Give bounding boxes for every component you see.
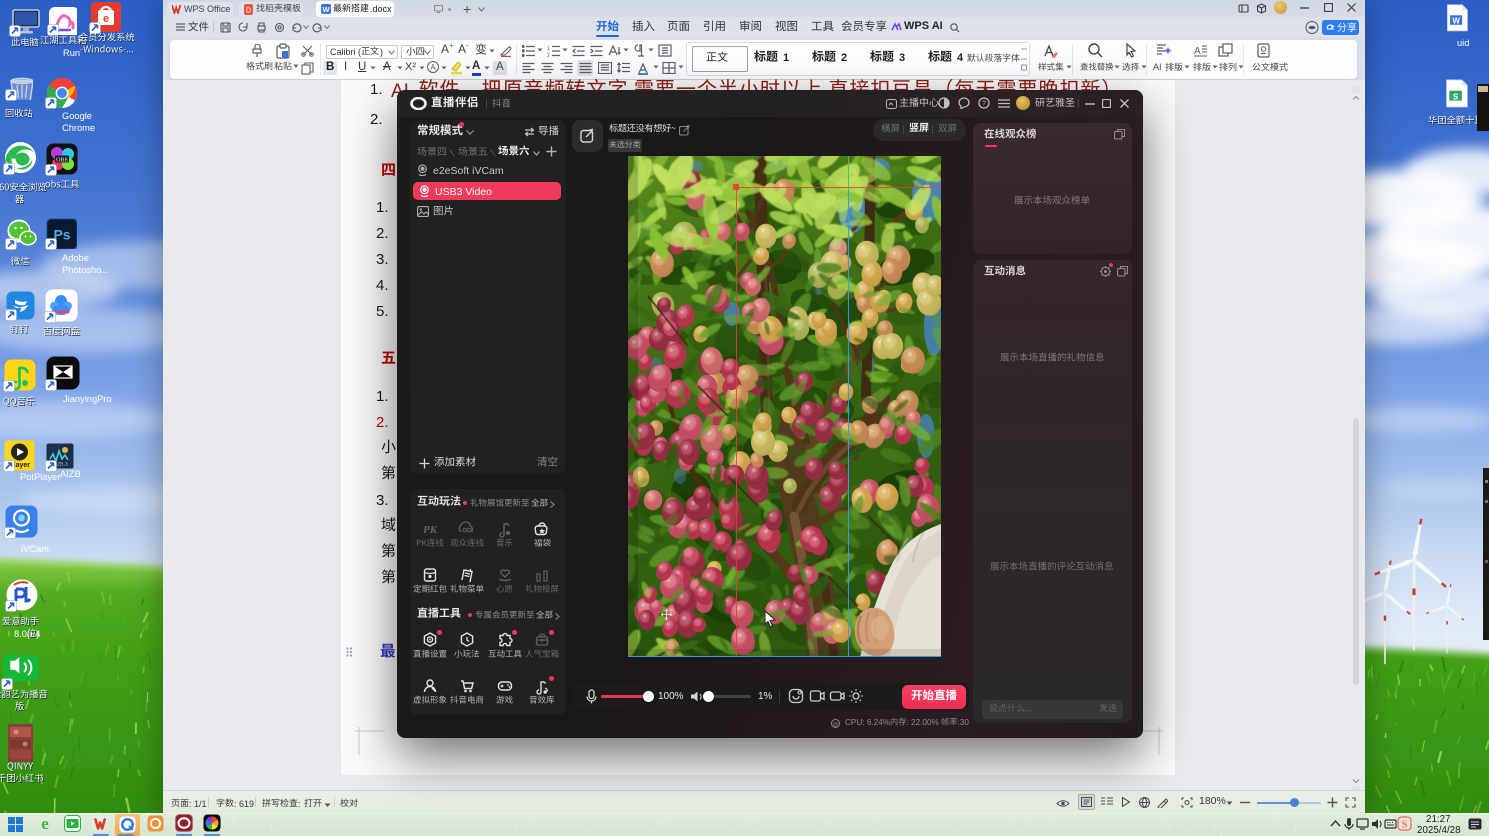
svg-text:?: ? (982, 101, 986, 108)
svg-text:2: 2 (547, 53, 550, 57)
svg-text:D: D (246, 8, 251, 15)
svg-text:S: S (1453, 92, 1459, 101)
svg-text:W: W (1452, 16, 1460, 25)
svg-text:A: A (430, 63, 436, 72)
svg-text:A: A (1194, 46, 1201, 57)
svg-text:OBS: OBS (56, 157, 68, 163)
svg-text:W: W (322, 5, 330, 14)
svg-text:e: e (103, 13, 109, 25)
svg-text:PK: PK (422, 524, 437, 536)
svg-text:S: S (1402, 820, 1408, 831)
svg-text:@: @ (833, 722, 839, 728)
svg-text:e: e (41, 814, 49, 832)
svg-text:1: 1 (547, 46, 550, 52)
